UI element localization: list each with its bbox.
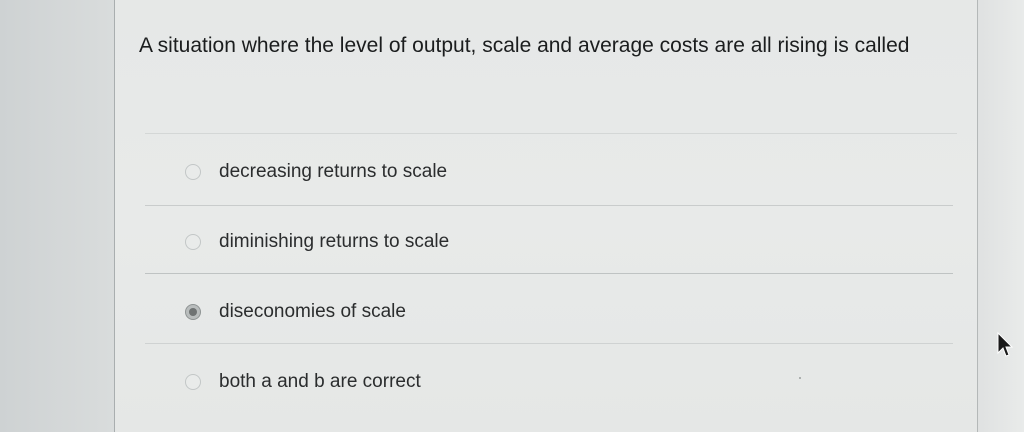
answer-option-c[interactable]: diseconomies of scale [185, 298, 406, 326]
radio-unselected-icon[interactable] [185, 234, 201, 250]
divider [145, 205, 953, 206]
question-text: A situation where the level of output, s… [139, 34, 910, 57]
answer-option-a[interactable]: decreasing returns to scale [185, 158, 447, 186]
divider [145, 273, 953, 274]
answer-option-label: diseconomies of scale [219, 301, 406, 322]
divider [145, 343, 953, 344]
answer-option-label: diminishing returns to scale [219, 231, 450, 252]
question-panel: A situation where the level of output, s… [114, 0, 978, 432]
radio-unselected-icon[interactable] [185, 374, 201, 390]
radio-unselected-icon[interactable] [185, 164, 201, 180]
answer-option-b[interactable]: diminishing returns to scale [185, 228, 449, 256]
radio-selected-icon[interactable] [185, 304, 201, 320]
left-margin-area [0, 0, 114, 432]
answer-option-d[interactable]: both a and b are correct [185, 368, 421, 396]
answer-option-label: decreasing returns to scale [219, 161, 448, 182]
mouse-pointer-icon [997, 331, 1014, 357]
divider [145, 133, 957, 134]
answer-option-label: both a and b are correct [219, 371, 421, 392]
screen-speck [799, 377, 801, 379]
right-margin-area [977, 0, 1024, 432]
